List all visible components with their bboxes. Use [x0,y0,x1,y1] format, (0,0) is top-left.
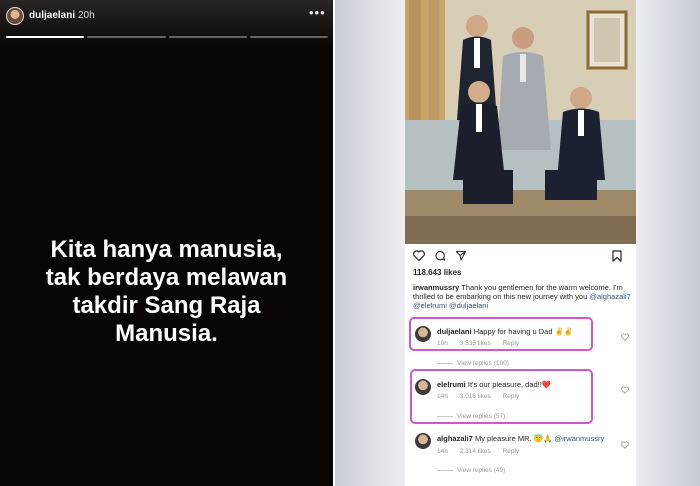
comment-like-heart-icon[interactable] [621,386,629,394]
comment-like-heart-icon[interactable] [621,441,629,449]
comment-time: 14h [437,393,448,400]
comment-meta: 14h 3.016 likes Reply [437,393,529,400]
story-header-background [0,0,333,48]
replies-divider-line [437,469,453,471]
story-progress-segment [168,36,247,38]
view-replies-label[interactable]: View replies (57) [457,413,505,420]
comment-like-heart-icon[interactable] [621,333,629,341]
comment-reply-button[interactable]: Reply [503,393,520,400]
blurred-background-right [635,0,700,486]
comment-like-count[interactable]: 3.016 likes [460,393,491,400]
comment-like-count[interactable]: 2.314 likes [460,448,491,455]
story-quote-line: tak berdaya melawan [45,264,288,291]
story-avatar[interactable] [6,7,24,25]
story-progress-bars [6,36,328,39]
comment-username[interactable]: duljaelani [437,327,472,336]
view-replies-label[interactable]: View replies (100) [457,360,509,367]
comment-body: alghazali7 My pleasure MR. 😇🙏 @irwanmuss… [437,434,604,443]
comment-text: My pleasure MR. 😇🙏 [474,434,553,443]
story-progress-segment [249,36,328,38]
caption-username[interactable]: irwanmussry [413,283,459,292]
story-quote: Kita hanya manusia, tak berdaya melawan … [0,236,333,348]
comment-reply-button[interactable]: Reply [503,448,520,455]
replies-divider-line [437,362,453,364]
save-bookmark-icon[interactable] [612,250,622,262]
story-quote-line: Kita hanya manusia, [50,236,283,263]
story-time: 20h [78,10,95,21]
comment-username[interactable]: alghazali7 [437,434,473,443]
more-options-icon[interactable]: ••• [309,6,326,19]
story-panel: duljaelani 20h ••• Kita hanya manusia, t… [0,0,333,486]
post-photo[interactable] [405,0,636,244]
comment-meta: 10h 3.535 likes Reply [437,340,529,347]
view-replies-link[interactable]: View replies (100) [437,360,509,367]
view-replies-label[interactable]: View replies (49) [457,467,505,474]
post-caption: irwanmussry Thank you gentlemen for the … [413,283,631,310]
view-replies-link[interactable]: View replies (57) [437,413,505,420]
view-replies-link[interactable]: View replies (49) [437,467,505,474]
comment-username[interactable]: elelrumi [437,380,466,389]
family-photo-illustration [405,0,636,244]
comment-meta: 14h 2.314 likes Reply [437,448,529,455]
comment-mention[interactable]: @irwanmussry [555,434,605,443]
story-quote-line: Manusia. [115,320,218,347]
replies-divider-line [437,415,453,417]
comment-reply-button[interactable]: Reply [503,340,520,347]
comment-text: It's our pleasure, dad!!❤️ [467,380,552,389]
blurred-background-left [335,0,405,486]
comment-avatar[interactable] [415,326,431,342]
comment-time: 10h [437,340,448,347]
comment-avatar[interactable] [415,379,431,395]
comment-avatar[interactable] [415,433,431,449]
story-progress-segment [87,36,166,38]
share-icon[interactable] [455,250,467,261]
story-username[interactable]: duljaelani [29,10,75,21]
story-progress-segment [6,36,85,38]
comment-body: elelrumi It's our pleasure, dad!!❤️ [437,380,551,389]
comment-time: 14h [437,448,448,455]
comment-like-count[interactable]: 3.535 likes [460,340,491,347]
comment-icon[interactable] [434,250,446,261]
comment-body: duljaelani Happy for having u Dad ✌️✌️ [437,327,573,336]
comment-text: Happy for having u Dad ✌️✌️ [473,327,574,336]
post-like-count[interactable]: 118.643 likes [413,268,462,277]
story-quote-line: takdir Sang Raja [72,292,261,319]
like-heart-icon[interactable] [413,250,425,261]
